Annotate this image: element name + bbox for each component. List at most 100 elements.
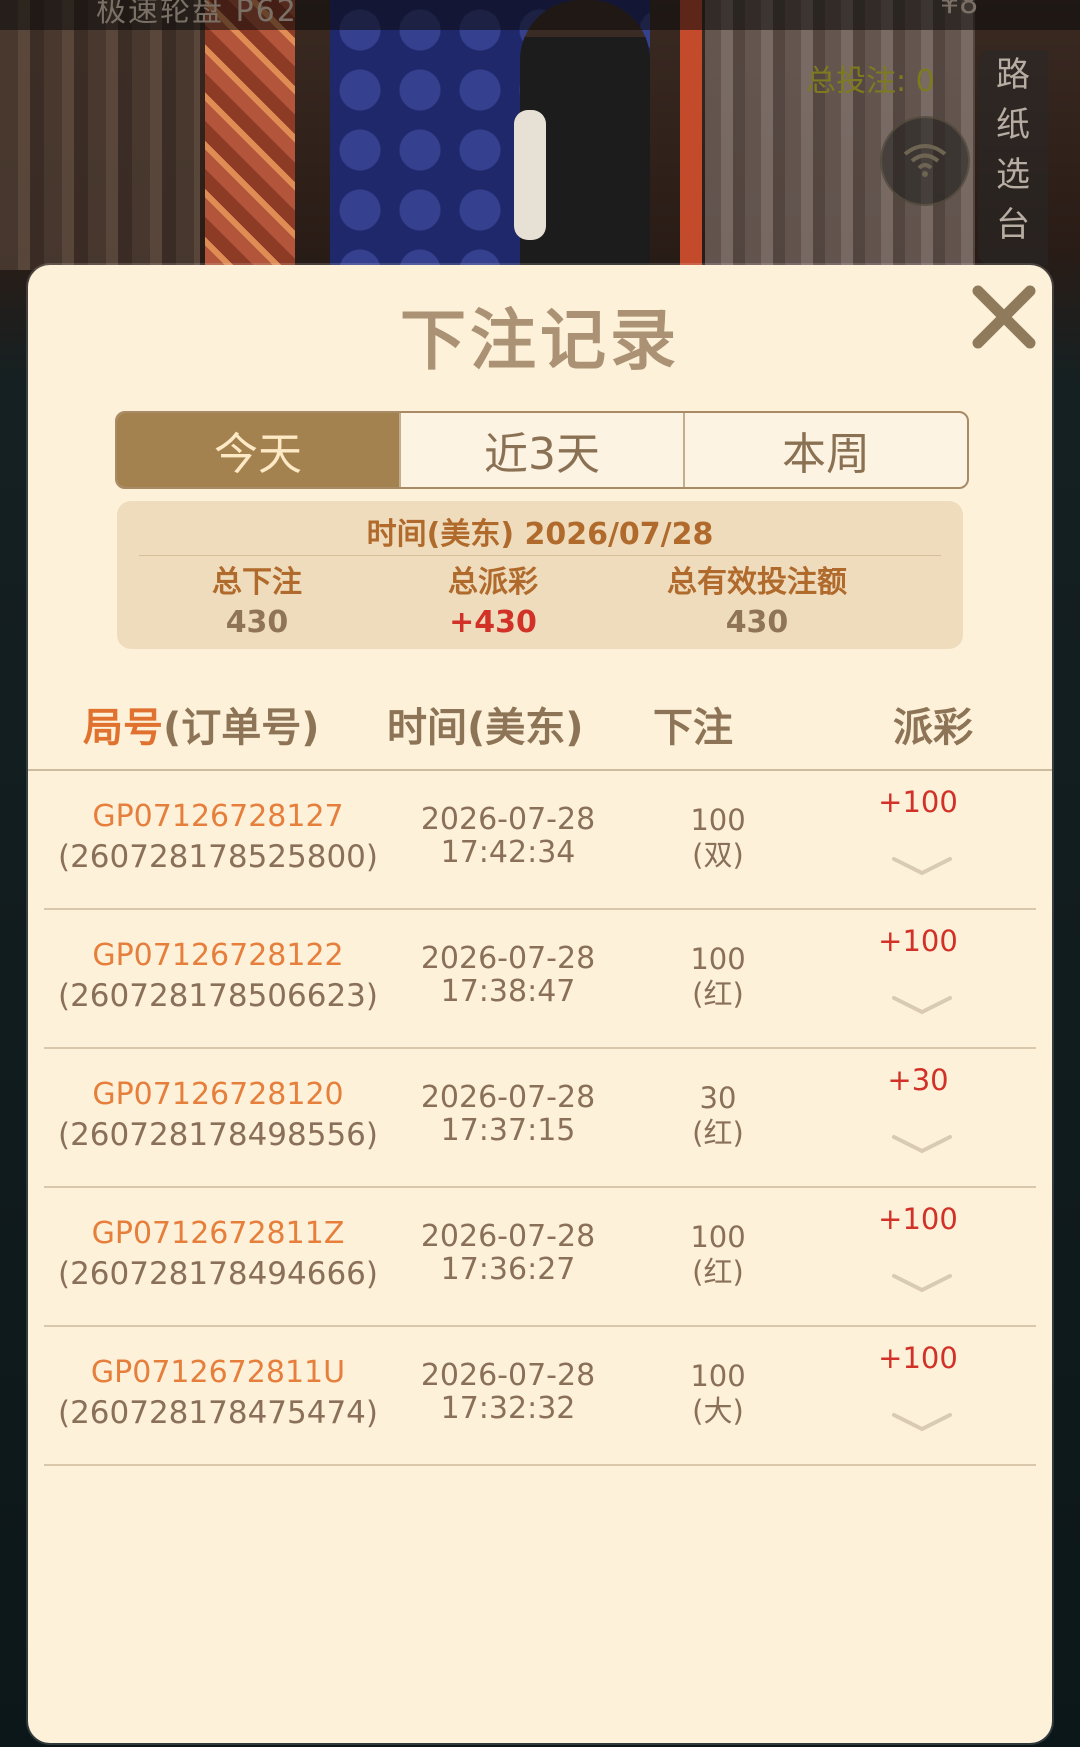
total-payout-value: +430 — [449, 605, 537, 640]
payout-value: +100 — [878, 785, 958, 819]
payout-value: +100 — [878, 924, 958, 958]
time-cell: 2026-07-28 17:38:47 — [373, 942, 643, 1008]
signal-button[interactable] — [880, 116, 970, 206]
game-top-bar: 极速轮盘 P62 ¥8 — [0, 0, 1080, 30]
tab-last-3-days[interactable]: 近3天 — [399, 413, 683, 487]
bet-amount: 100 — [690, 803, 746, 837]
chevron-down-icon — [892, 1135, 952, 1154]
total-payout-label: 总派彩 — [448, 565, 538, 600]
date-range-tabs: 今天 近3天 本周 — [115, 411, 969, 489]
game-table-title: 极速轮盘 P62 — [96, 0, 298, 29]
dealer-figure — [514, 0, 650, 265]
bet-type: (红) — [692, 1116, 744, 1150]
time-cell: 2026-07-28 17:37:15 — [373, 1081, 643, 1147]
time-text: 17:36:27 — [440, 1252, 576, 1287]
total-valid-value: 430 — [725, 605, 789, 640]
decorative-stripe — [680, 0, 702, 265]
expand-row-button[interactable] — [890, 1131, 954, 1157]
modal-title: 下注记录 — [400, 302, 680, 379]
table-row: GP07126728127 (260728178525800) 2026-07-… — [28, 771, 1052, 910]
side-panel-char: 选 — [996, 155, 1030, 195]
bet-cell: 100 (红) — [638, 942, 798, 1012]
bet-cell: 100 (红) — [638, 1220, 798, 1290]
balance-text: ¥8 — [940, 0, 979, 21]
side-panel-char: 台 — [996, 205, 1030, 245]
bet-type: (大) — [692, 1394, 744, 1428]
expand-row-button[interactable] — [890, 992, 954, 1018]
bet-type: (红) — [692, 977, 744, 1011]
date-text: 2026-07-28 — [420, 1358, 596, 1393]
round-id: GP07126728122 — [92, 938, 344, 973]
time-cell: 2026-07-28 17:42:34 — [373, 803, 643, 869]
date-text: 2026-07-28 — [420, 802, 596, 837]
payout-value: +100 — [878, 1202, 958, 1236]
roadmap-panel-button[interactable]: 路 纸 选 台 — [978, 50, 1048, 265]
header-time: 时间(美东) — [387, 705, 584, 751]
order-id: (260728178475474) — [57, 1395, 379, 1431]
bet-type: (红) — [692, 1255, 744, 1289]
summary-panel: 时间(美东) 2026/07/28 总下注 430 总派彩 +430 总有效投注… — [117, 501, 963, 649]
chevron-down-icon — [892, 1274, 952, 1293]
bet-record-list: GP07126728127 (260728178525800) 2026-07-… — [28, 771, 1052, 1466]
bet-record-modal: 下注记录 今天 近3天 本周 时间(美东) 2026/07/28 总下注 430… — [28, 265, 1052, 1743]
date-text: 2026-07-28 — [420, 1080, 596, 1115]
wifi-icon — [903, 144, 947, 177]
header-round-id: 局号(订单号) — [83, 695, 320, 753]
curtain-left — [0, 0, 200, 270]
table-row: GP0712672811Z (260728178494666) 2026-07-… — [28, 1188, 1052, 1327]
round-cell: GP0712672811U (260728178475474) — [28, 1353, 408, 1433]
header-round-id-highlight: 局号 — [83, 705, 163, 751]
total-bet-label: 总投注: 0 — [806, 64, 935, 99]
bet-amount: 30 — [699, 1081, 737, 1115]
order-id: (260728178498556) — [57, 1117, 379, 1153]
chevron-down-icon — [892, 996, 952, 1015]
total-valid-label: 总有效投注额 — [667, 565, 847, 600]
expand-row-button[interactable] — [890, 853, 954, 879]
round-cell: GP07126728122 (260728178506623) — [28, 936, 408, 1016]
close-icon — [972, 285, 1036, 349]
round-id: GP0712672811U — [90, 1355, 346, 1390]
time-cell: 2026-07-28 17:36:27 — [373, 1220, 643, 1286]
payout-value: +30 — [887, 1063, 949, 1097]
bet-amount: 100 — [690, 1359, 746, 1393]
order-id: (260728178494666) — [57, 1256, 379, 1292]
bet-cell: 30 (红) — [638, 1081, 798, 1151]
summary-total-valid: 总有效投注额 430 — [617, 563, 897, 643]
round-cell: GP07126728127 (260728178525800) — [28, 797, 408, 877]
time-text: 17:37:15 — [440, 1113, 576, 1148]
bet-type: (双) — [692, 838, 744, 872]
summary-total-payout: 总派彩 +430 — [353, 563, 633, 643]
header-payout: 派彩 — [893, 705, 973, 751]
tab-this-week[interactable]: 本周 — [683, 413, 967, 487]
header-order-id: (订单号) — [163, 705, 320, 751]
date-text: 2026-07-28 — [420, 1219, 596, 1254]
table-row: GP0712672811U (260728178475474) 2026-07-… — [28, 1327, 1052, 1466]
table-header: 局号(订单号) 时间(美东) 下注 派彩 — [28, 695, 1052, 759]
order-id: (260728178506623) — [57, 978, 379, 1014]
bet-amount: 100 — [690, 1220, 746, 1254]
tab-today[interactable]: 今天 — [117, 413, 399, 487]
round-id: GP07126728120 — [92, 1077, 344, 1112]
bet-amount: 100 — [690, 942, 746, 976]
bet-cell: 100 (大) — [638, 1359, 798, 1429]
table-row: GP07126728122 (260728178506623) 2026-07-… — [28, 910, 1052, 1049]
side-panel-char: 路 — [996, 55, 1030, 95]
expand-row-button[interactable] — [890, 1409, 954, 1435]
time-text: 17:38:47 — [440, 974, 576, 1009]
side-panel-char: 纸 — [996, 105, 1030, 145]
table-row: GP07126728120 (260728178498556) 2026-07-… — [28, 1049, 1052, 1188]
close-button[interactable] — [964, 277, 1044, 357]
chevron-down-icon — [892, 857, 952, 876]
round-id: GP07126728127 — [92, 799, 344, 834]
round-id: GP0712672811Z — [91, 1216, 345, 1251]
round-cell: GP07126728120 (260728178498556) — [28, 1075, 408, 1155]
time-text: 17:42:34 — [440, 835, 576, 870]
decorative-pillar — [205, 0, 295, 265]
bet-cell: 100 (双) — [638, 803, 798, 873]
round-cell: GP0712672811Z (260728178494666) — [28, 1214, 408, 1294]
date-text: 2026-07-28 — [420, 941, 596, 976]
header-bet: 下注 — [653, 705, 733, 751]
expand-row-button[interactable] — [890, 1270, 954, 1296]
summary-date: 时间(美东) 2026/07/28 — [366, 517, 714, 552]
time-cell: 2026-07-28 17:32:32 — [373, 1359, 643, 1425]
